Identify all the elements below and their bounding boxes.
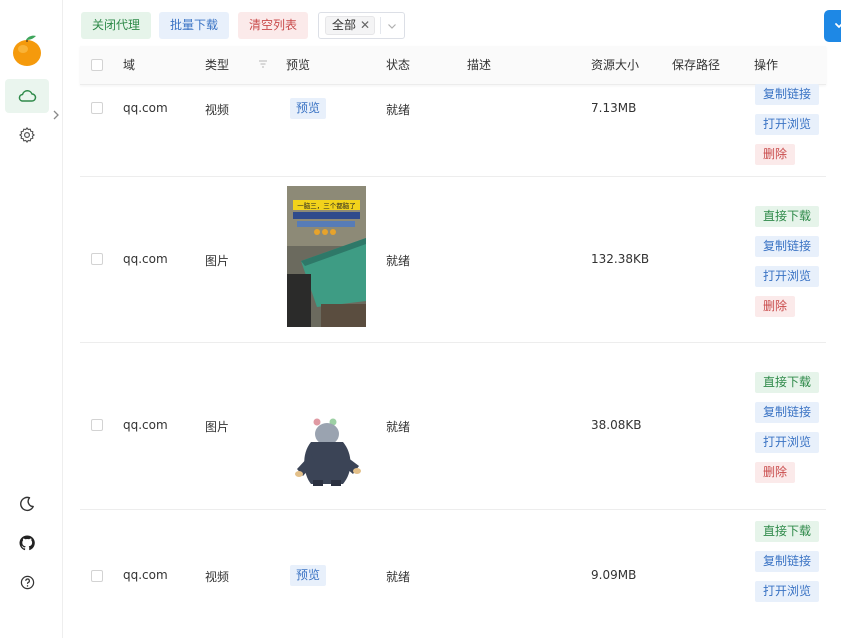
orange-logo-icon (13, 35, 41, 66)
sidebar-item-resources[interactable] (5, 79, 49, 113)
sidebar-item-settings[interactable] (5, 118, 49, 152)
row-type: 图片 (205, 254, 230, 268)
copy-link-button[interactable]: 复制链接 (755, 551, 820, 572)
chevron-right-icon[interactable] (52, 108, 60, 122)
thumbnail-caption: 一脑三，三个都脑了 (297, 201, 356, 210)
header-status: 状态 (386, 58, 411, 72)
header-size: 资源大小 (591, 58, 640, 72)
filter-icon[interactable] (258, 59, 268, 69)
copy-link-button[interactable]: 复制链接 (755, 402, 820, 423)
row-checkbox[interactable] (91, 102, 103, 114)
row-size: 9.09MB (591, 568, 637, 582)
open-browser-button[interactable]: 打开浏览 (755, 114, 820, 135)
row-domain: qq.com (123, 418, 168, 432)
row-domain: qq.com (123, 252, 168, 266)
close-proxy-button[interactable]: 关闭代理 (81, 12, 152, 39)
download-icon (835, 23, 841, 28)
header-actions: 操作 (754, 58, 779, 72)
open-browser-button[interactable]: 打开浏览 (755, 581, 820, 602)
help-circle-icon (20, 575, 34, 589)
moon-icon (20, 496, 34, 512)
row-type: 视频 (205, 103, 230, 117)
select-all-checkbox[interactable] (91, 59, 103, 71)
preview-image[interactable] (287, 414, 367, 494)
open-browser-button[interactable]: 打开浏览 (755, 266, 820, 287)
table-row: qq.com 视频 预览 就绪 9.09MB 直接下载 复制链接 打开浏览 (80, 509, 826, 638)
row-size: 132.38KB (591, 252, 650, 266)
header-description: 描述 (467, 58, 492, 72)
row-status: 就绪 (386, 103, 411, 117)
filter-tag: 全部 ✕ (325, 16, 376, 35)
help-button[interactable] (17, 572, 37, 592)
row-domain: qq.com (123, 101, 168, 115)
header-type: 类型 (205, 58, 230, 72)
gear-icon (19, 127, 35, 143)
row-status: 就绪 (386, 570, 411, 584)
row-checkbox[interactable] (91, 570, 103, 582)
table-row: qq.com 视频 预览 就绪 7.13MB 复制链接 打开浏览 删除 (80, 84, 826, 177)
batch-download-button[interactable]: 批量下载 (159, 12, 230, 39)
table-row: qq.com 图片 就绪 38.08KB 直接下载 复制链接 打开浏览 删除 (80, 342, 826, 510)
row-size: 38.08KB (591, 418, 642, 432)
app-download-button[interactable] (824, 10, 841, 42)
table-header: 域 类型 预览 状态 描述 资源大小 保存路径 操作 (80, 46, 826, 85)
copy-link-button[interactable]: 复制链接 (755, 84, 820, 105)
theme-toggle-button[interactable] (17, 494, 37, 514)
resource-table: 域 类型 预览 状态 描述 资源大小 保存路径 操作 qq.com 视频 预览 … (80, 46, 826, 602)
github-link[interactable] (17, 533, 37, 553)
row-type: 图片 (205, 420, 230, 434)
delete-button[interactable]: 删除 (755, 296, 796, 317)
sidebar (0, 0, 63, 638)
filter-tag-label: 全部 (332, 18, 357, 32)
clear-list-button[interactable]: 清空列表 (238, 12, 309, 39)
preview-button[interactable]: 预览 (290, 565, 327, 586)
github-icon (19, 535, 35, 551)
table-row: qq.com 图片 一脑三，三个都脑了 就绪 132.38KB 直接下载 复制链… (80, 176, 826, 343)
row-status: 就绪 (386, 254, 411, 268)
delete-button[interactable]: 删除 (755, 144, 796, 165)
preview-button[interactable]: 预览 (290, 98, 327, 119)
copy-link-button[interactable]: 复制链接 (755, 236, 820, 257)
delete-button[interactable]: 删除 (755, 462, 796, 483)
row-domain: qq.com (123, 568, 168, 582)
row-status: 就绪 (386, 420, 411, 434)
chevron-down-icon[interactable] (386, 20, 398, 32)
close-icon[interactable]: ✕ (360, 17, 370, 34)
select-divider (380, 17, 381, 34)
cloud-icon (18, 90, 37, 102)
direct-download-button[interactable]: 直接下载 (755, 206, 820, 227)
row-checkbox[interactable] (91, 419, 103, 431)
direct-download-button[interactable]: 直接下载 (755, 372, 820, 393)
type-filter-select[interactable]: 全部 ✕ (318, 12, 405, 39)
row-type: 视频 (205, 570, 230, 584)
preview-image[interactable]: 一脑三，三个都脑了 (287, 186, 366, 327)
header-preview: 预览 (286, 58, 311, 72)
direct-download-button[interactable]: 直接下载 (755, 521, 820, 542)
open-browser-button[interactable]: 打开浏览 (755, 432, 820, 453)
header-save-path: 保存路径 (672, 58, 721, 72)
header-domain: 域 (123, 58, 136, 72)
row-size: 7.13MB (591, 101, 637, 115)
row-checkbox[interactable] (91, 253, 103, 265)
